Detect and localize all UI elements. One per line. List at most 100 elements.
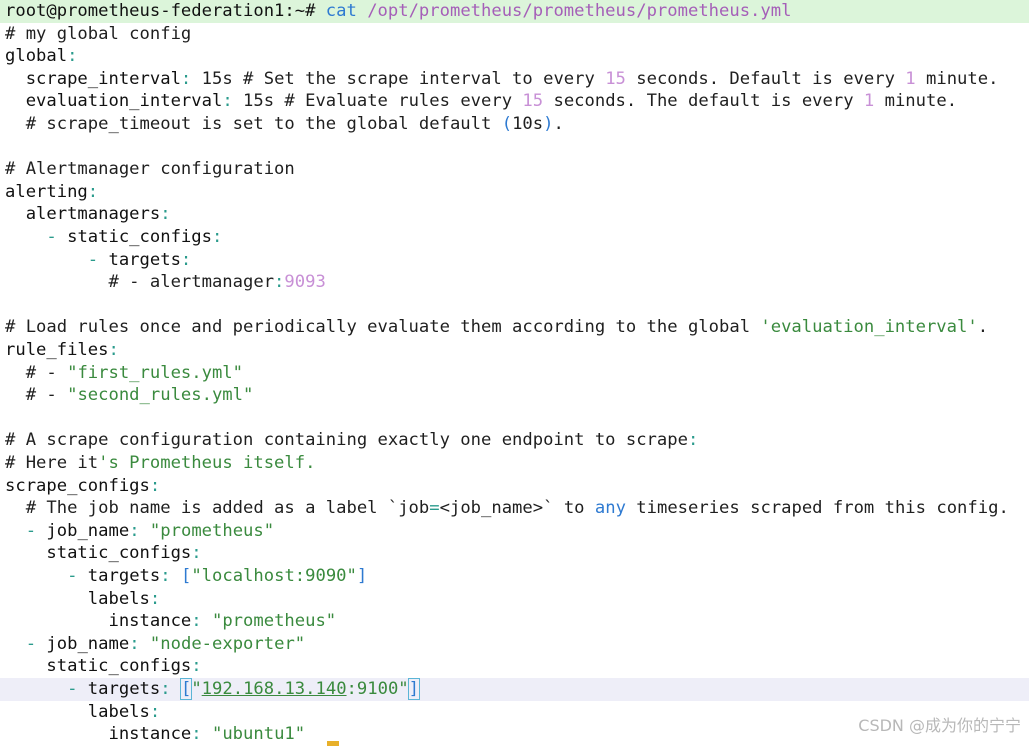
text-token: # - alertmanager <box>5 272 275 293</box>
text-token: seconds. Default is every <box>625 68 906 89</box>
text-token: 9093 <box>284 272 326 293</box>
text-token: 15 <box>605 68 626 89</box>
text-token: : <box>149 475 161 496</box>
text-token: : <box>160 204 171 225</box>
code-line: static_configs: <box>0 655 1029 678</box>
code-line: evaluation_interval: 15s # Evaluate rule… <box>0 90 1029 113</box>
text-token: : <box>191 543 202 564</box>
code-line: rule_files: <box>0 339 1029 362</box>
code-line: # Here it's Prometheus itself. <box>0 452 1029 475</box>
code-line: instance: "prometheus" <box>0 610 1029 633</box>
text-token: to <box>553 498 595 519</box>
text-token: "second_rules.yml" <box>67 385 254 406</box>
text-token: 15s # Evaluate rules every <box>232 91 523 112</box>
text-token: ) <box>543 114 554 134</box>
text-token: alertmanagers <box>5 204 161 225</box>
text-token: # A scrape configuration containing exac… <box>5 430 688 451</box>
text-token: job_name <box>46 633 130 654</box>
text-token: labels <box>5 701 150 722</box>
text-token: "ubuntu1" <box>211 724 306 745</box>
code-line: - targets: ["192.168.13.140:9100"] <box>0 678 1029 701</box>
text-token: scrape_interval <box>5 68 181 89</box>
text-token: # Here it <box>5 453 99 473</box>
text-token: - <box>5 679 88 699</box>
code-line: # Load rules once and periodically evalu… <box>0 316 1029 339</box>
text-token: - <box>5 566 88 586</box>
text-token: static_configs <box>5 543 192 564</box>
text-token: cat <box>325 1 368 21</box>
text-token: targets <box>87 679 161 699</box>
text-token: ] <box>356 566 368 586</box>
text-token: "prometheus" <box>211 611 337 632</box>
text-token: : <box>274 272 285 293</box>
text-token: : <box>149 701 161 722</box>
code-line: # Alertmanager configuration <box>0 158 1029 181</box>
text-token: # Alertmanager configuration <box>5 159 295 180</box>
code-line: - targets: <box>0 249 1029 272</box>
text-token: : <box>687 430 699 451</box>
code-line: # - alertmanager:9093 <box>0 271 1029 294</box>
text-token: 1 <box>863 91 875 112</box>
text-token: - <box>5 520 47 541</box>
code-line: # - "second_rules.yml" <box>0 384 1029 407</box>
code-line: # - "first_rules.yml" <box>0 362 1029 385</box>
code-line: # A scrape configuration containing exac… <box>0 429 1029 452</box>
text-token: : <box>180 68 192 89</box>
text-token: : <box>67 46 78 67</box>
text-token: /opt/prometheus/prometheus/prometheus.ym… <box>367 1 792 21</box>
text-token: : <box>149 588 161 609</box>
text-token: : <box>180 249 192 270</box>
code-line: # my global config <box>0 23 1029 46</box>
text-token: "localhost:9090" <box>191 566 357 586</box>
code-line: - targets: ["localhost:9090"] <box>0 565 1029 588</box>
text-token: 192.168.13.140 <box>201 679 347 699</box>
text-token: static_configs <box>67 227 212 247</box>
text-token: job_name <box>46 520 130 541</box>
prompt-line: root@prometheus-federation1:~# cat /opt/… <box>0 0 1029 23</box>
text-token: instance <box>5 611 192 632</box>
text-token: : <box>108 340 119 360</box>
text-token: 10s <box>512 114 544 134</box>
text-token: # scrape_timeout is set to the global de… <box>5 114 502 134</box>
text-token: . <box>977 317 989 338</box>
text-token: timeseries scraped from this config. <box>625 498 1009 519</box>
text-token: . <box>553 114 564 134</box>
text-token: # - <box>5 385 68 406</box>
code-line: # The job name is added as a label `job=… <box>0 497 1029 520</box>
text-token: # my global config <box>5 23 192 44</box>
code-line: scrape_interval: 15s # Set the scrape in… <box>0 68 1029 91</box>
text-token: any <box>594 498 626 519</box>
text-token: : <box>222 91 233 112</box>
code-line: # scrape_timeout is set to the global de… <box>0 113 1029 136</box>
text-token: global <box>5 46 68 67</box>
text-token: - <box>5 249 109 270</box>
code-line: labels: <box>0 588 1029 611</box>
text-token: = <box>429 498 440 519</box>
text-token: : <box>160 566 171 586</box>
text-token: instance <box>5 724 192 745</box>
text-token: minute. <box>915 68 999 89</box>
code-line: - job_name: "node-exporter" <box>0 633 1029 656</box>
text-token: 's Prometheus itself. <box>98 453 316 473</box>
text-token: <job_name> <box>439 498 544 519</box>
text-token: 15 <box>522 91 544 112</box>
text-token: ( <box>501 114 513 134</box>
text-token: # - <box>5 362 68 383</box>
text-token: : <box>191 611 202 632</box>
text-token: rule_files <box>5 340 109 360</box>
text-token: : <box>160 679 171 699</box>
text-token: ] <box>407 678 421 700</box>
text-token: # Load rules once and periodically evalu… <box>5 317 761 338</box>
text-token: static_configs <box>5 656 192 677</box>
text-token: : <box>129 633 140 654</box>
code-line: global: <box>0 45 1029 68</box>
terminal-window[interactable]: root@prometheus-federation1:~# cat /opt/… <box>0 0 1029 746</box>
text-token: [ <box>180 566 192 586</box>
text-token: 'evaluation_interval' <box>760 317 978 338</box>
text-token: : <box>191 656 202 677</box>
